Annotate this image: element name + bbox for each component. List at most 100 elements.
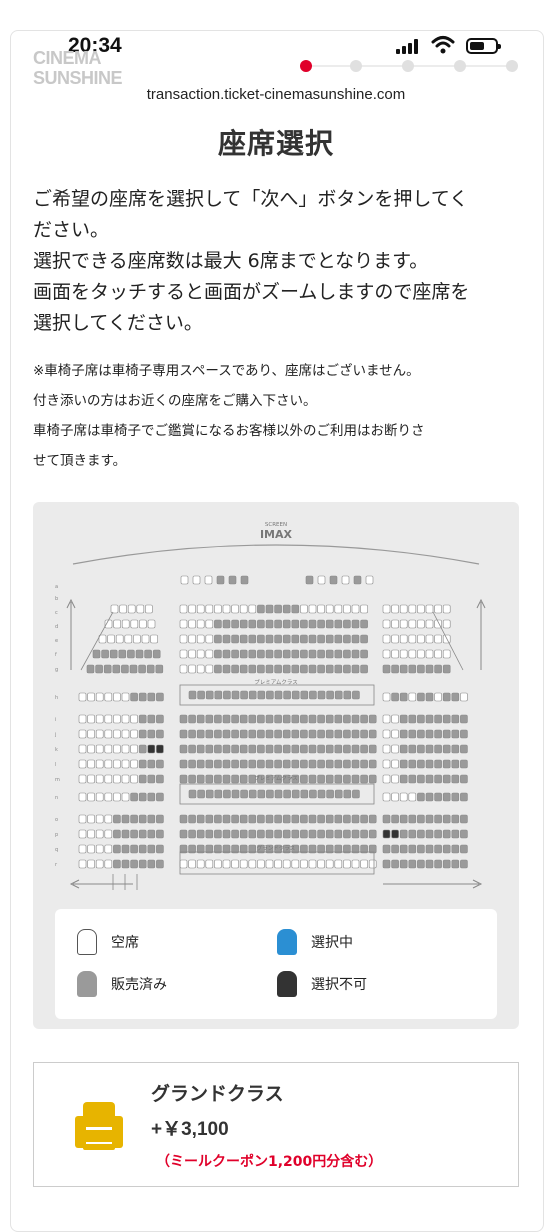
seat[interactable] [138,664,146,674]
seat[interactable] [104,714,113,724]
seat[interactable] [325,664,334,674]
seat[interactable] [351,759,360,769]
seat[interactable] [391,664,399,674]
seat[interactable] [265,664,274,674]
seat[interactable] [248,789,257,799]
seat[interactable] [179,664,188,674]
seat[interactable] [121,729,130,739]
seat[interactable] [360,714,368,724]
seat[interactable] [368,714,377,724]
seat[interactable] [360,604,368,614]
seat[interactable] [334,604,343,614]
seat[interactable] [274,729,282,739]
seat[interactable] [119,604,127,614]
seat[interactable] [308,744,317,754]
seat[interactable] [343,634,351,644]
seat[interactable] [138,814,147,824]
seat[interactable] [239,714,248,724]
seat[interactable] [231,714,239,724]
seat[interactable] [145,604,153,614]
seat[interactable] [248,859,257,869]
seat[interactable] [130,729,138,739]
seat[interactable] [87,744,95,754]
seat[interactable] [257,744,265,754]
seat[interactable] [87,859,95,869]
seat[interactable] [325,634,334,644]
seat[interactable] [343,759,351,769]
seat[interactable] [265,714,274,724]
seat[interactable] [121,829,130,839]
seat[interactable] [368,814,377,824]
seat[interactable] [121,714,130,724]
seat[interactable] [368,759,377,769]
seat[interactable] [408,619,417,629]
seat[interactable] [451,814,460,824]
seat[interactable] [343,664,351,674]
seat[interactable] [78,744,87,754]
seat[interactable] [291,759,300,769]
seat[interactable] [399,619,408,629]
seat[interactable] [179,714,188,724]
seat[interactable] [308,774,317,784]
seat[interactable] [222,814,231,824]
seat[interactable] [188,604,196,614]
seat[interactable] [343,714,351,724]
seat[interactable] [214,729,222,739]
seat[interactable] [248,664,257,674]
seat[interactable] [138,744,147,754]
seat[interactable] [408,792,417,802]
seat[interactable] [248,714,257,724]
seat[interactable] [231,729,239,739]
seat[interactable] [124,634,133,644]
seat[interactable] [317,789,326,799]
seat[interactable] [222,829,231,839]
seat[interactable] [283,690,291,700]
seat[interactable] [127,604,136,614]
seat[interactable] [351,829,360,839]
seat[interactable] [129,664,138,674]
seat[interactable] [282,664,291,674]
seat[interactable] [282,814,291,824]
seat[interactable] [417,692,425,702]
seat[interactable] [417,814,425,824]
seat[interactable] [360,814,368,824]
seat[interactable] [334,664,343,674]
seat[interactable] [451,729,460,739]
seat[interactable] [205,789,214,799]
seat[interactable] [460,774,468,784]
seat[interactable] [121,792,130,802]
seat[interactable] [87,829,95,839]
seat[interactable] [408,774,417,784]
seat[interactable] [399,729,408,739]
seat[interactable] [368,829,377,839]
seat[interactable] [317,744,325,754]
seat[interactable] [78,759,87,769]
seat[interactable] [408,829,417,839]
seat[interactable] [343,814,351,824]
seat[interactable] [317,604,325,614]
seat[interactable] [257,814,265,824]
seat[interactable] [442,859,451,869]
seat[interactable] [92,649,101,659]
seat[interactable] [248,604,257,614]
seat[interactable] [214,859,222,869]
seat[interactable] [351,729,360,739]
seat[interactable] [308,829,317,839]
seat[interactable] [382,829,391,839]
seat[interactable] [205,744,214,754]
seat[interactable] [460,844,468,854]
seat[interactable] [325,714,334,724]
seat[interactable] [283,789,291,799]
seat[interactable] [353,575,362,585]
seat[interactable] [308,859,317,869]
seat[interactable] [282,759,291,769]
seat[interactable] [156,814,164,824]
seat[interactable] [382,729,391,739]
seat[interactable] [156,792,164,802]
seat[interactable] [308,634,317,644]
seat[interactable] [130,859,138,869]
seat[interactable] [231,604,239,614]
seat[interactable] [231,744,239,754]
seat[interactable] [399,859,408,869]
seat[interactable] [382,774,391,784]
